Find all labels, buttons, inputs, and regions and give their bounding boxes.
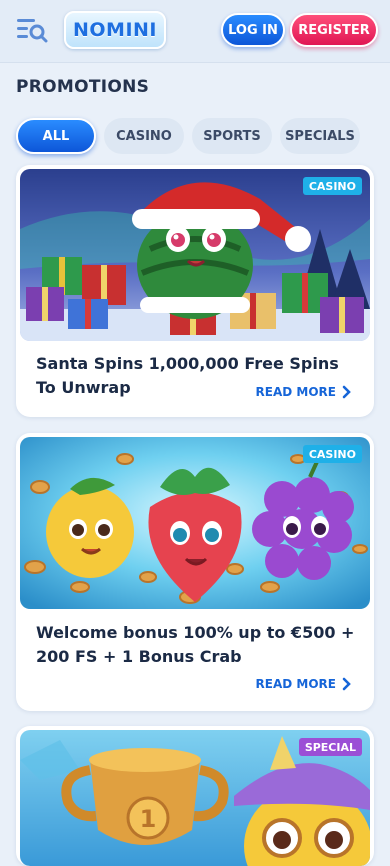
read-more-link[interactable]: READ MORE [256, 677, 352, 691]
login-button[interactable]: LOG IN [221, 13, 285, 47]
promo-image-trophy[interactable]: 1 SPECIAL [20, 730, 370, 866]
register-button[interactable]: REGISTER [290, 13, 378, 47]
badge-special: SPECIAL [298, 738, 362, 756]
tab-specials[interactable]: SPECIALS [280, 118, 360, 154]
chevron-right-icon [342, 385, 351, 399]
badge-casino: CASINO [302, 177, 362, 195]
page-title: PROMOTIONS [16, 77, 150, 97]
nomini-logo[interactable]: NOMINI [64, 11, 166, 49]
menu-search-button[interactable] [16, 16, 48, 44]
tab-sports[interactable]: SPORTS [192, 118, 272, 154]
promo-card-santa-spins[interactable]: CASINO Santa Spins 1,000,000 Free Spins … [16, 165, 374, 417]
read-more-label: READ MORE [255, 385, 336, 399]
badge-casino: CASINO [302, 445, 362, 463]
top-header: NOMINI LOG IN REGISTER [0, 0, 390, 63]
logo-text: NOMINI [72, 19, 157, 41]
menu-search-icon [17, 19, 48, 43]
read-more-link[interactable]: READ MORE [256, 385, 352, 399]
read-more-label: READ MORE [255, 677, 336, 691]
promo-title: Welcome bonus 100% up to €500 + 200 FS +… [36, 623, 355, 666]
tab-all[interactable]: ALL [16, 118, 96, 154]
promo-card-welcome-bonus[interactable]: CASINO Welcome bonus 100% up to €500 + 2… [16, 433, 374, 711]
svg-text:1: 1 [140, 805, 157, 833]
tab-casino[interactable]: CASINO [104, 118, 184, 154]
chevron-right-icon [342, 677, 351, 691]
promo-image-fruits[interactable]: CASINO [20, 437, 370, 609]
promo-image-santa-watermelon[interactable]: CASINO [20, 169, 370, 341]
promo-card-special[interactable]: 1 SPECIAL [16, 726, 374, 866]
